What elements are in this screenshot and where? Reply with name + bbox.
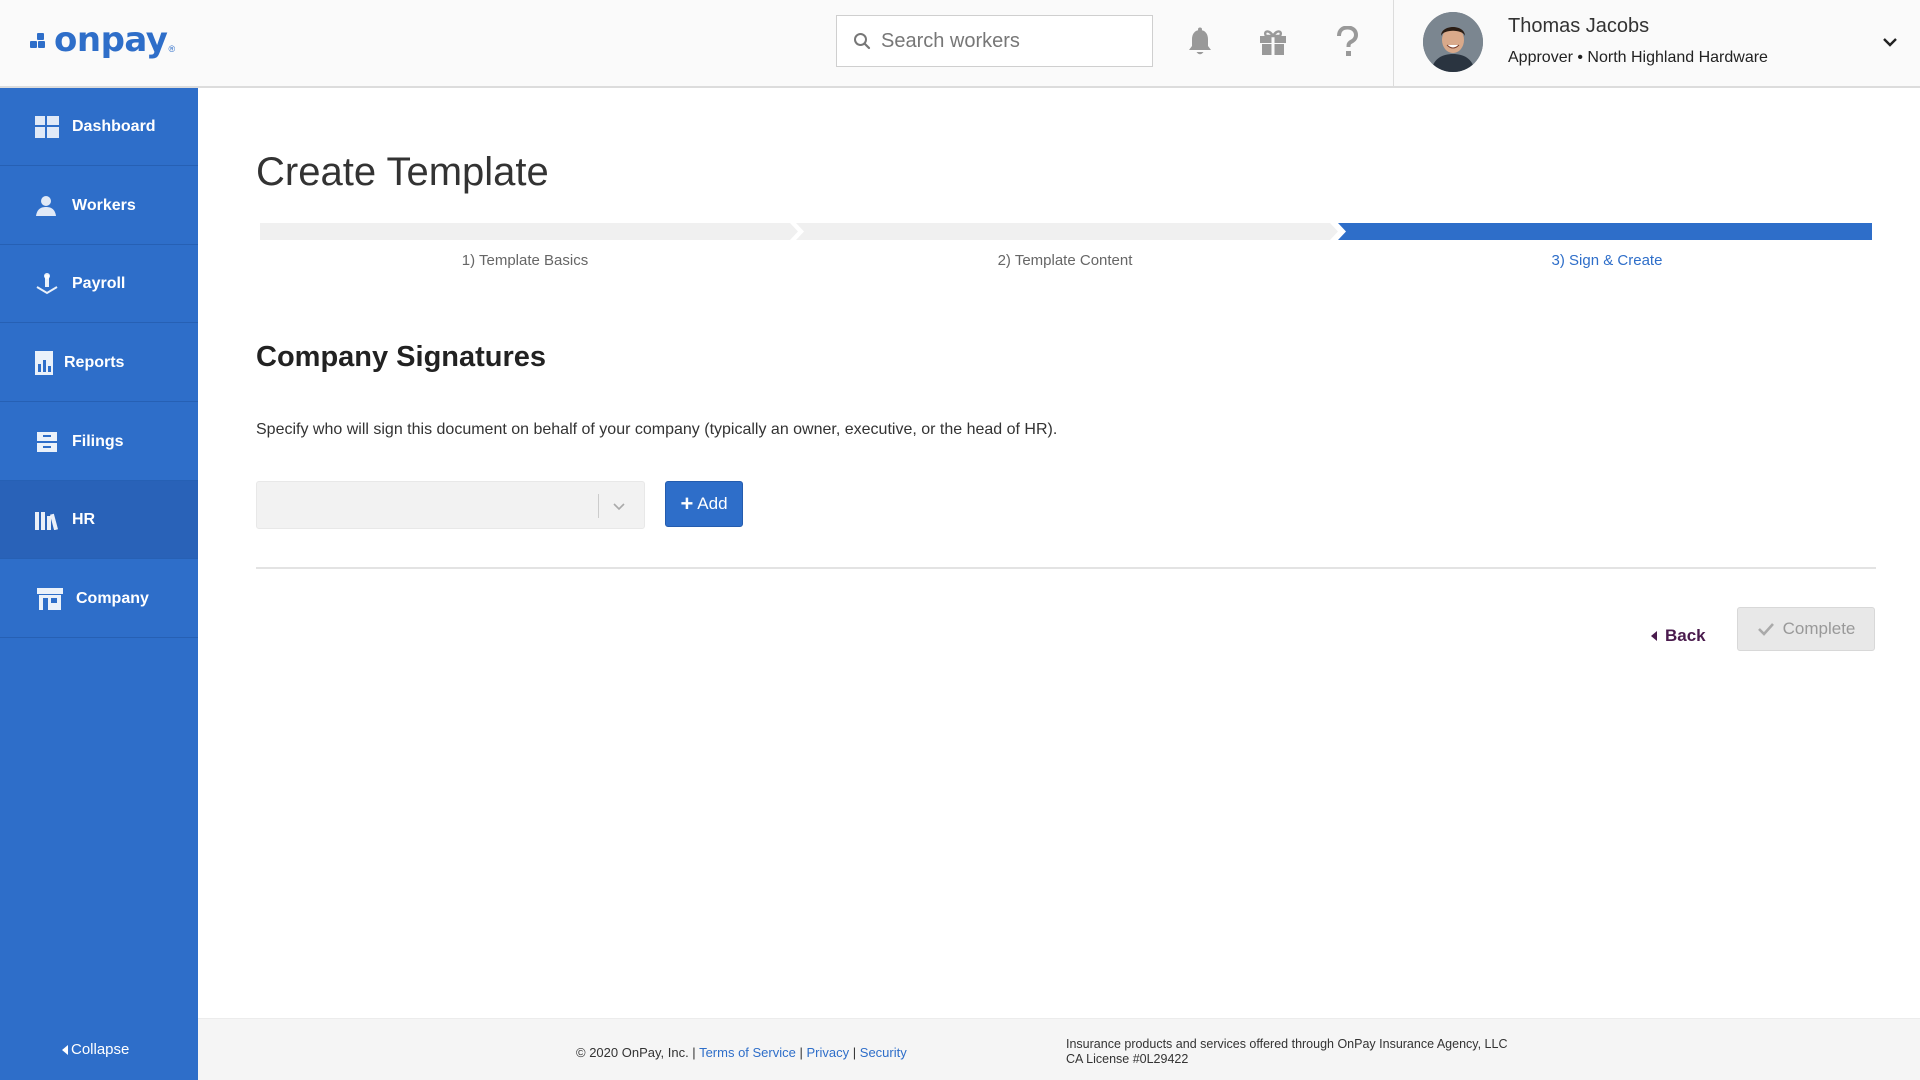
- section-description: Specify who will sign this document on b…: [256, 421, 1058, 438]
- back-button[interactable]: Back: [1651, 621, 1706, 651]
- help-icon[interactable]: [1327, 22, 1367, 62]
- license-text: CA License #0L29422: [1066, 1052, 1189, 1066]
- footer: © 2020 OnPay, Inc. | Terms of Service | …: [198, 1018, 1920, 1080]
- user-role: Approver • North Highland Hardware: [1508, 49, 1768, 66]
- logo-dots-icon: [30, 29, 52, 51]
- gift-icon[interactable]: [1253, 22, 1293, 62]
- dashboard-icon: [34, 114, 60, 140]
- logo-registered-mark: ®: [168, 44, 176, 54]
- plus-icon: +: [680, 491, 694, 516]
- sidebar-item-label: Reports: [64, 353, 125, 371]
- user-avatar[interactable]: [1423, 12, 1483, 72]
- sidebar-item-dashboard[interactable]: Dashboard: [0, 88, 198, 166]
- sidebar-item-hr[interactable]: HR: [0, 481, 198, 559]
- sidebar-item-label: Workers: [72, 196, 136, 214]
- logo-text: onpay: [54, 20, 168, 60]
- collapse-button[interactable]: Collapse: [62, 1041, 129, 1058]
- sidebar-item-payroll[interactable]: Payroll: [0, 245, 198, 323]
- step-1-bar: [260, 223, 798, 240]
- search-box[interactable]: [836, 15, 1153, 67]
- search-icon: [854, 33, 871, 50]
- terms-of-service-link[interactable]: Terms of Service: [699, 1045, 796, 1060]
- reports-icon: [34, 350, 54, 376]
- sidebar-item-label: HR: [72, 510, 96, 528]
- footer-separator: |: [852, 1045, 857, 1060]
- hr-icon: [34, 507, 60, 533]
- filings-icon: [34, 429, 60, 455]
- check-icon: [1757, 623, 1774, 636]
- chevron-left-icon: [62, 1044, 68, 1055]
- company-icon: [36, 586, 64, 612]
- top-header: onpay ® Search workers Thomas Jacobs App…: [0, 0, 1920, 88]
- sidebar-item-label: Dashboard: [72, 117, 156, 135]
- sidebar: Dashboard Workers Payroll Reports Filing…: [0, 88, 198, 1080]
- add-button-label: Add: [697, 494, 728, 513]
- user-name: Thomas Jacobs: [1508, 15, 1650, 37]
- main-content: Create Template 1) Template Basics 2) Te…: [198, 88, 1920, 1018]
- footer-legal: © 2020 OnPay, Inc. | Terms of Service | …: [576, 1045, 907, 1060]
- collapse-label: Collapse: [71, 1041, 130, 1058]
- user-menu[interactable]: Thomas Jacobs Approver • North Highland …: [1393, 0, 1920, 86]
- stepper-bar: [260, 223, 1872, 240]
- privacy-link[interactable]: Privacy: [807, 1045, 850, 1060]
- footer-insurance: Insurance products and services offered …: [1066, 1037, 1507, 1067]
- security-link[interactable]: Security: [860, 1045, 907, 1060]
- onpay-logo[interactable]: onpay ®: [30, 20, 175, 60]
- step-3-bar: [1338, 223, 1872, 240]
- payroll-icon: [34, 271, 60, 297]
- step-2-bar: [796, 223, 1338, 240]
- step-3-label[interactable]: 3) Sign & Create: [1342, 252, 1872, 269]
- page-title: Create Template: [256, 150, 549, 194]
- section-divider: [256, 567, 1876, 569]
- complete-button[interactable]: Complete: [1737, 607, 1875, 651]
- sidebar-item-filings[interactable]: Filings: [0, 403, 198, 481]
- back-button-label: Back: [1665, 626, 1706, 645]
- signer-select[interactable]: [256, 481, 645, 529]
- sidebar-item-label: Filings: [72, 432, 124, 450]
- sidebar-item-workers[interactable]: Workers: [0, 167, 198, 245]
- insurance-text: Insurance products and services offered …: [1066, 1037, 1508, 1051]
- caret-left-icon: [1651, 631, 1657, 641]
- sidebar-item-company[interactable]: Company: [0, 560, 198, 638]
- search-input[interactable]: [881, 29, 1131, 53]
- chevron-down-icon[interactable]: [1878, 30, 1902, 54]
- footer-copyright: © 2020 OnPay, Inc. |: [576, 1045, 696, 1060]
- sidebar-item-label: Company: [76, 589, 149, 607]
- footer-separator: |: [799, 1045, 803, 1060]
- workers-icon: [34, 193, 60, 219]
- add-signer-button[interactable]: + Add: [665, 481, 743, 527]
- chevron-down-icon[interactable]: [609, 496, 629, 516]
- sidebar-item-label: Payroll: [72, 274, 126, 292]
- select-divider: [598, 494, 599, 518]
- step-1-label[interactable]: 1) Template Basics: [260, 252, 790, 269]
- complete-button-label: Complete: [1782, 619, 1856, 638]
- step-2-label[interactable]: 2) Template Content: [800, 252, 1330, 269]
- sidebar-item-reports[interactable]: Reports: [0, 324, 198, 402]
- section-title: Company Signatures: [256, 341, 547, 373]
- bell-icon[interactable]: [1180, 22, 1220, 62]
